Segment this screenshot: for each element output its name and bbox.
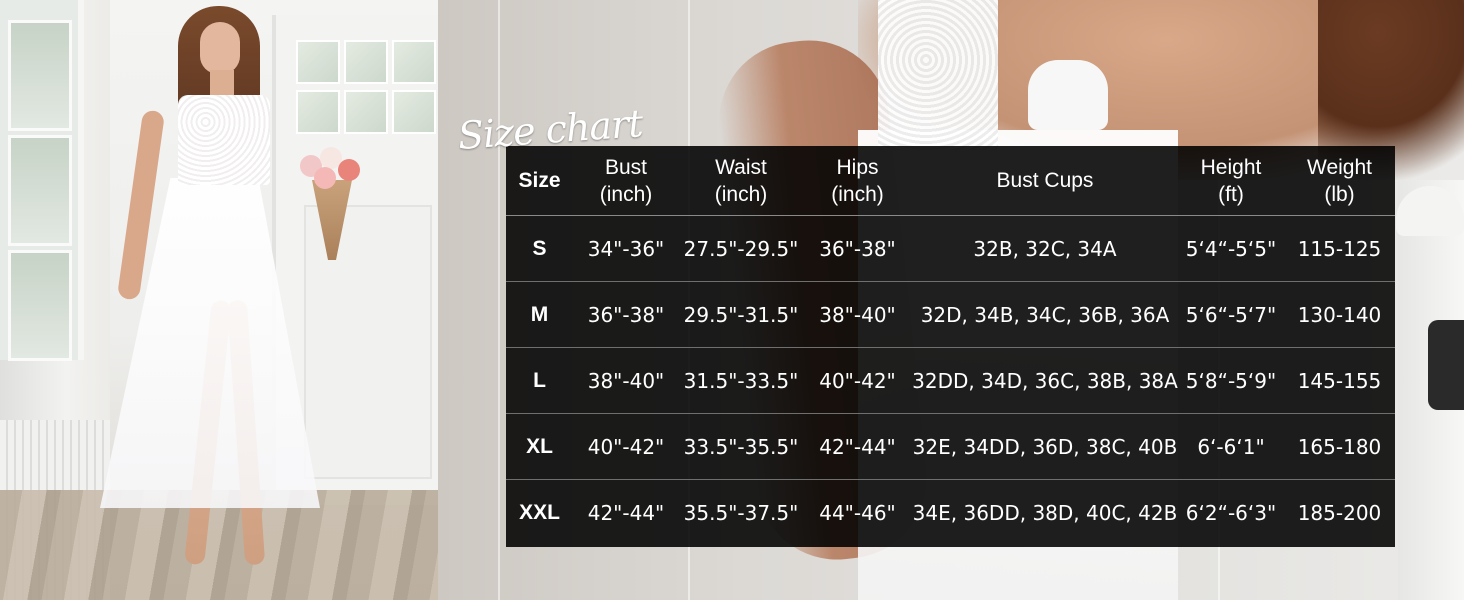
bust-value: 40"-42" (573, 413, 679, 480)
hips-value: 40"-42" (803, 347, 912, 414)
window-pane (8, 250, 72, 361)
size-label: S (506, 215, 573, 282)
bust-cups-value: 34E, 36DD, 38D, 40C, 42B (912, 500, 1178, 525)
header-line: Height (1200, 155, 1262, 179)
size-chart-table: Size Bust (inch) Waist (inch) Hips (inch… (506, 146, 1395, 545)
wall-panel-line (498, 0, 500, 600)
column-header-height: Height (ft) (1178, 146, 1284, 216)
size-chart-panel: Size Bust (inch) Waist (inch) Hips (inch… (506, 146, 1395, 547)
header-line: Weight (1307, 155, 1372, 179)
column-header-bust-cups: Bust Cups (912, 146, 1178, 216)
header-unit: (lb) (1324, 182, 1355, 206)
model-face (200, 22, 240, 74)
window-pane (8, 135, 72, 246)
bouquet-wrap (312, 180, 352, 260)
bust-value: 38"-40" (573, 347, 679, 414)
model-full-length-photo (0, 0, 438, 600)
size-label: M (506, 281, 573, 348)
header-line: Bust Cups (996, 169, 1094, 192)
bust-cups-value: 32B, 32C, 34A (912, 215, 1178, 282)
window-pane (8, 20, 72, 131)
bust-value: 34"-36" (573, 215, 679, 282)
door-glass (344, 90, 388, 134)
bust-cups-value: 32D, 34B, 34C, 36B, 36A (912, 281, 1178, 348)
table-header-row: Size Bust (inch) Waist (inch) Hips (inch… (506, 146, 1395, 216)
bust-cups-value: 32E, 34DD, 36D, 38C, 40B (912, 413, 1178, 480)
column-header-weight: Weight (lb) (1284, 146, 1395, 216)
model-figure (100, 0, 360, 600)
table-row: L 38"-40" 31.5"-33.5" 40"-42" 32DD, 34D,… (506, 347, 1395, 414)
waist-value: 31.5"-33.5" (679, 347, 803, 414)
photo-window (0, 0, 84, 361)
chair-back (1428, 320, 1464, 410)
weight-value: 165-180 (1284, 413, 1395, 480)
column-header-bust: Bust (inch) (573, 146, 679, 216)
weight-value: 145-155 (1284, 347, 1395, 414)
size-chart-banner: Size Bust (inch) Waist (inch) Hips (inch… (0, 0, 1464, 600)
table-row: S 34"-36" 27.5"-29.5" 36"-38" 32B, 32C, … (506, 215, 1395, 282)
hips-value: 44"-46" (819, 500, 896, 525)
waist-value: 27.5"-29.5" (679, 215, 803, 282)
flower (338, 159, 360, 181)
waist-value: 29.5"-31.5" (679, 281, 803, 348)
height-value: 5‘8“-5‘9" (1178, 347, 1284, 414)
header-unit: (inch) (714, 182, 768, 206)
model-lace-bodice (178, 95, 270, 185)
hips-value: 42"-44" (803, 413, 912, 480)
height-value: 6‘2“-6‘3" (1185, 500, 1277, 525)
weight-value: 130-140 (1284, 281, 1395, 348)
model-lace-bodice (878, 0, 998, 150)
header-line: Bust (604, 155, 648, 179)
weight-value: 115-125 (1284, 215, 1395, 282)
table-row: XXL 42"-44" 35.5"-37.5" 44"-46" 34E, 36D… (506, 480, 1395, 546)
door-glass (392, 90, 436, 134)
bouquet-image (290, 145, 370, 260)
bust-value: 42"-44" (587, 500, 665, 525)
gown-bow (1028, 60, 1108, 130)
header-line: Hips (836, 155, 879, 179)
door-glass (344, 40, 388, 84)
height-value: 5‘6“-5‘7" (1178, 281, 1284, 348)
header-unit: (inch) (599, 182, 653, 206)
weight-value: 185-200 (1297, 500, 1382, 525)
flower (314, 167, 336, 189)
hips-value: 36"-38" (803, 215, 912, 282)
height-value: 5‘4“-5‘5" (1178, 215, 1284, 282)
waist-value: 33.5"-35.5" (679, 413, 803, 480)
waist-value: 35.5"-37.5" (683, 500, 799, 525)
table-row: XL 40"-42" 33.5"-35.5" 42"-44" 32E, 34DD… (506, 413, 1395, 480)
bust-cups-value: 32DD, 34D, 36C, 38B, 38A (912, 347, 1178, 414)
header-unit: (ft) (1218, 182, 1244, 206)
header-line: Size (518, 169, 561, 192)
size-label: XL (506, 413, 573, 480)
table-row: M 36"-38" 29.5"-31.5" 38"-40" 32D, 34B, … (506, 281, 1395, 348)
height-value: 6‘-6‘1" (1178, 413, 1284, 480)
door-glass (392, 40, 436, 84)
size-label: XXL (519, 500, 560, 524)
header-line: Waist (715, 155, 767, 179)
size-label: L (506, 347, 573, 414)
column-header-waist: Waist (inch) (679, 146, 803, 216)
bust-value: 36"-38" (573, 281, 679, 348)
hips-value: 38"-40" (803, 281, 912, 348)
column-header-size: Size (506, 146, 573, 216)
header-unit: (inch) (831, 182, 884, 206)
column-header-hips: Hips (inch) (803, 146, 912, 216)
